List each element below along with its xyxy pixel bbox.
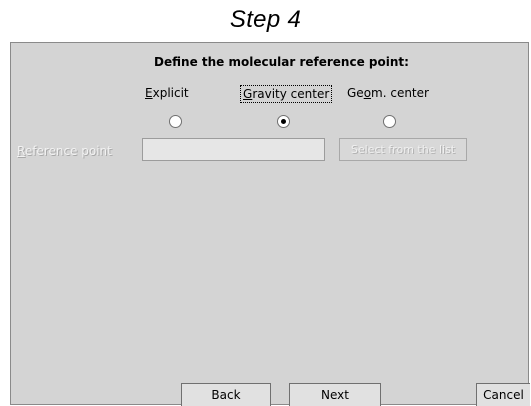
radio-explicit[interactable]: [169, 115, 182, 128]
option-label-explicit[interactable]: Explicit: [145, 85, 189, 103]
reference-point-label-accel: R: [17, 144, 25, 158]
next-button[interactable]: Next: [289, 383, 381, 406]
radio-geom-center[interactable]: [383, 115, 396, 128]
reference-point-input[interactable]: [142, 138, 325, 161]
radio-selected-dot: [281, 119, 286, 124]
option-label-geom-center[interactable]: Geom. center: [347, 85, 429, 103]
option-label-gravity-accel: G: [243, 87, 253, 101]
reference-point-label-rest: eference point: [24, 144, 112, 158]
radio-gravity-center[interactable]: [277, 115, 290, 128]
back-button[interactable]: Back: [181, 383, 271, 406]
cancel-button[interactable]: Cancel: [476, 383, 530, 406]
option-label-gravity-center[interactable]: Gravity center: [240, 85, 333, 103]
option-label-explicit-rest: xplicit: [152, 86, 189, 100]
option-label-explicit-accel: E: [145, 86, 153, 100]
reference-point-label: Reference point: [17, 144, 112, 158]
option-label-gravity-rest: ravity center: [252, 87, 330, 101]
step-title: Step 4: [229, 6, 302, 33]
dialog-heading: Define the molecular reference point:: [154, 55, 409, 69]
option-label-geom-rest: m. center: [371, 86, 429, 100]
option-label-geom-pre: Ge: [347, 86, 364, 100]
reference-point-dialog: Define the molecular reference point: Ex…: [10, 42, 530, 406]
option-label-geom-accel: o: [363, 86, 372, 100]
select-from-list-button[interactable]: Select from the list: [339, 138, 467, 161]
